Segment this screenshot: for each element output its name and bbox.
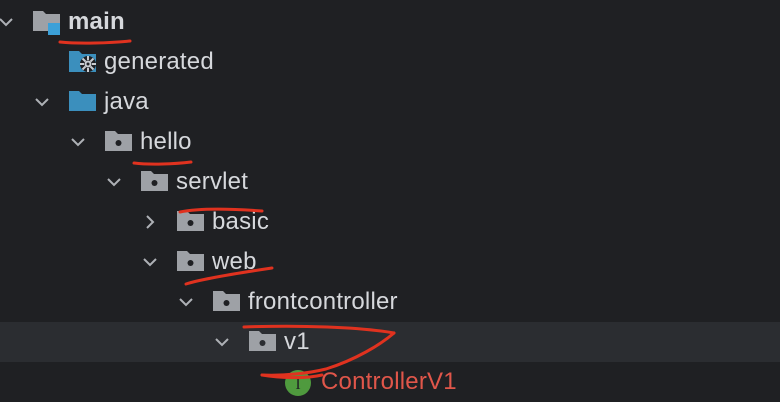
project-tree: main generated java hello servlet basic … (0, 0, 780, 402)
tree-label-servlet: servlet (176, 168, 249, 195)
package-folder-icon (176, 208, 206, 236)
chevron-down-icon[interactable] (140, 252, 160, 272)
interface-badge-letter: I (295, 376, 300, 393)
package-folder-icon (248, 328, 278, 356)
tree-row-v1[interactable]: v1 (0, 322, 780, 362)
tree-row-generated[interactable]: generated (0, 42, 780, 82)
tree-label-hello: hello (140, 128, 192, 155)
tree-label-controller-v1: ControllerV1 (321, 368, 457, 395)
tree-label-basic: basic (212, 208, 270, 235)
tree-row-java[interactable]: java (0, 82, 780, 122)
tree-label-web: web (212, 248, 257, 275)
tree-label-main: main (68, 8, 125, 35)
tree-row-hello[interactable]: hello (0, 122, 780, 162)
package-folder-icon (140, 168, 170, 196)
tree-row-basic[interactable]: basic (0, 202, 780, 242)
chevron-down-icon[interactable] (0, 12, 16, 32)
module-folder-icon (32, 8, 62, 36)
tree-row-servlet[interactable]: servlet (0, 162, 780, 202)
chevron-down-icon[interactable] (32, 92, 52, 112)
generated-sources-folder-icon (68, 48, 98, 76)
chevron-down-icon[interactable] (176, 292, 196, 312)
tree-label-frontcontroller: frontcontroller (248, 288, 398, 315)
interface-icon: I (284, 369, 312, 397)
tree-row-controller-v1[interactable]: I ControllerV1 (0, 362, 780, 402)
source-root-folder-icon (68, 88, 98, 116)
tree-label-java: java (104, 88, 149, 115)
package-folder-icon (104, 128, 134, 156)
tree-row-main[interactable]: main (0, 2, 780, 42)
tree-row-frontcontroller[interactable]: frontcontroller (0, 282, 780, 322)
tree-label-generated: generated (104, 48, 214, 75)
package-folder-icon (176, 248, 206, 276)
chevron-down-icon[interactable] (104, 172, 124, 192)
chevron-down-icon[interactable] (68, 132, 88, 152)
package-folder-icon (212, 288, 242, 316)
chevron-right-icon[interactable] (140, 212, 160, 232)
chevron-down-icon[interactable] (212, 332, 232, 352)
tree-row-web[interactable]: web (0, 242, 780, 282)
tree-label-v1: v1 (284, 328, 310, 355)
